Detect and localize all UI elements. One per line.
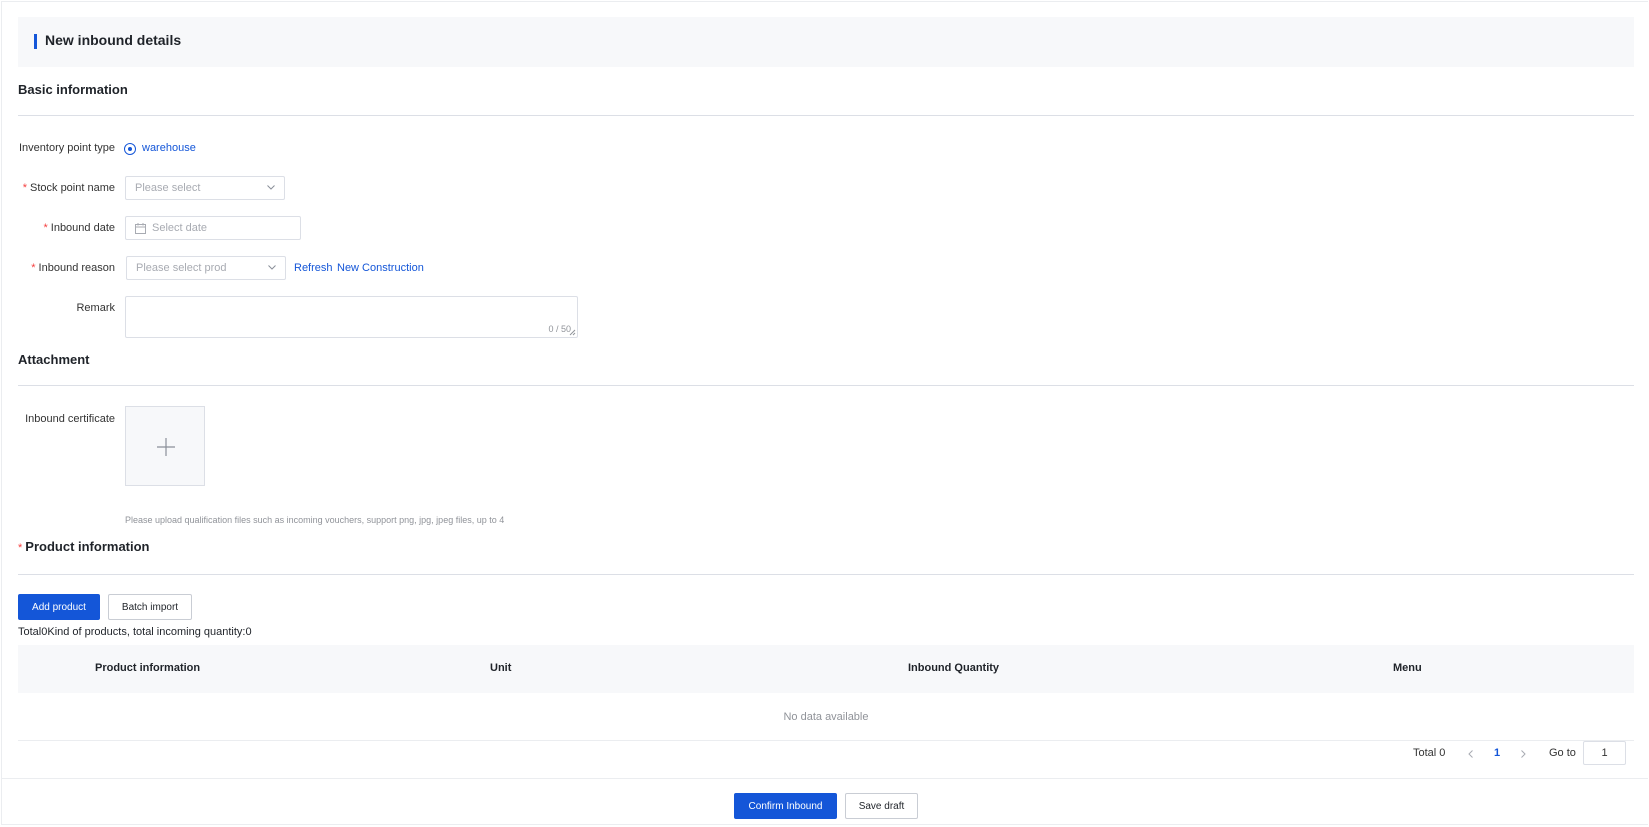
column-header-inbound-quantity: Inbound Quantity [908,662,1000,674]
certificate-upload-button[interactable] [125,406,205,486]
attachment-title: Attachment [18,352,90,367]
required-mark: * [18,542,23,554]
column-header-menu: Menu [1393,662,1422,674]
remark-textarea[interactable]: 0 / 50 [125,296,578,338]
inbound-reason-label-text: Inbound reason [38,262,115,274]
inbound-certificate-label: Inbound certificate [25,413,115,425]
product-info-title-text: Product information [25,539,150,554]
basic-info-title: Basic information [18,82,128,97]
header-accent-bar [34,34,37,49]
empty-state-text: No data available [783,711,869,723]
warehouse-radio[interactable] [124,143,136,155]
column-header-product-information: Product information [95,662,201,674]
new-construction-link[interactable]: New Construction [337,262,424,274]
attachment-divider [18,385,1634,386]
remark-char-counter: 0 / 50 [548,324,571,334]
inbound-date-placeholder: Select date [152,222,208,234]
calendar-icon [135,223,146,234]
inbound-reason-select[interactable]: Please select prod [126,256,286,280]
basic-info-divider [18,115,1634,116]
remark-label: Remark [76,302,115,314]
goto-page-input[interactable]: 1 [1583,741,1626,765]
products-table-header [18,645,1634,693]
inbound-date-label: * Inbound date [17,222,115,234]
refresh-link[interactable]: Refresh [294,262,333,274]
save-draft-button[interactable]: Save draft [845,793,918,819]
chevron-down-icon [267,185,275,190]
product-info-divider [18,574,1634,575]
stock-point-name-label-text: Stock point name [30,182,115,194]
chevron-down-icon [268,265,276,270]
pagination-total: Total 0 [1413,747,1446,759]
add-product-button[interactable]: Add product [18,594,100,620]
pagination-current-page[interactable]: 1 [1494,747,1500,759]
products-table-body: No data available [18,693,1634,741]
page-title: New inbound details [45,32,182,48]
stock-point-name-label: * Stock point name [17,182,115,194]
resize-handle-icon[interactable] [569,329,576,336]
product-info-title: * Product information [18,539,150,554]
chevron-left-icon[interactable] [1467,749,1475,759]
inbound-reason-label: * Inbound reason [17,262,115,274]
inbound-date-picker[interactable]: Select date [125,216,301,240]
warehouse-radio-label[interactable]: warehouse [142,142,196,154]
goto-label: Go to [1549,747,1576,759]
inbound-date-label-text: Inbound date [50,222,115,234]
required-mark: * [43,222,48,234]
column-header-unit: Unit [490,662,512,674]
plus-icon [157,438,175,456]
stock-point-name-select[interactable]: Please select [125,176,285,200]
products-summary: Total0Kind of products, total incoming q… [18,626,252,638]
inventory-point-type-label: Inventory point type [18,142,115,154]
required-mark: * [22,182,27,194]
required-mark: * [31,262,36,274]
stock-point-name-placeholder: Please select [135,182,201,194]
inbound-reason-placeholder: Please select prod [136,262,227,274]
confirm-inbound-button[interactable]: Confirm Inbound [734,793,837,819]
page-header [18,17,1634,67]
batch-import-button[interactable]: Batch import [108,594,192,620]
footer-divider [2,778,1648,779]
upload-hint: Please upload qualification files such a… [125,515,505,525]
chevron-right-icon[interactable] [1519,749,1527,759]
